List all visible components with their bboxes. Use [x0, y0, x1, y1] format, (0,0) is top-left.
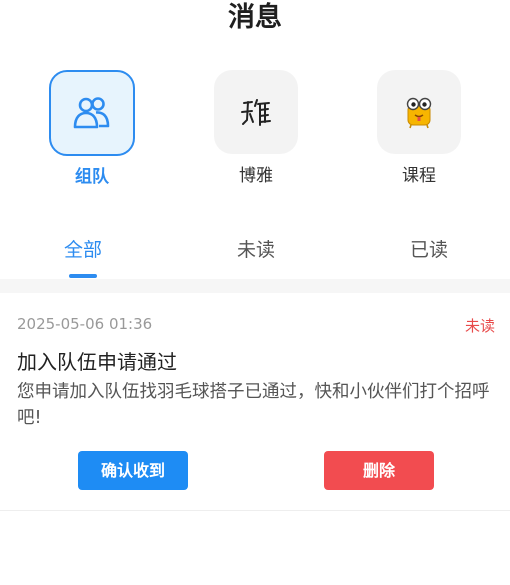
message-tabs: 全部 未读 已读: [0, 228, 510, 278]
category-course-label: 课程: [402, 166, 436, 186]
category-team[interactable]: 组队: [32, 70, 152, 188]
tab-active-indicator: [69, 274, 97, 278]
category-boya[interactable]: 博雅: [196, 70, 316, 187]
message-card: 2025-05-06 01:36 未读 加入队伍申请通过 您申请加入队伍找羽毛球…: [0, 293, 510, 511]
message-status-badge: 未读: [464, 317, 495, 335]
delete-button[interactable]: 删除: [324, 451, 434, 490]
category-team-label: 组队: [75, 167, 109, 187]
message-title: 加入队伍申请通过: [17, 350, 177, 374]
tab-all[interactable]: 全部: [33, 228, 133, 272]
category-course-tile[interactable]: [377, 70, 461, 154]
section-divider: [0, 279, 510, 293]
message-timestamp: 2025-05-06 01:36: [17, 315, 153, 333]
category-boya-tile[interactable]: [214, 70, 298, 154]
category-course[interactable]: 课程: [359, 70, 479, 187]
tab-read[interactable]: 已读: [379, 228, 479, 272]
tab-unread[interactable]: 未读: [206, 228, 306, 272]
page-title: 消息: [228, 2, 282, 33]
message-body: 您申请加入队伍找羽毛球搭子已通过，快和小伙伴们打个招呼吧!: [17, 382, 490, 428]
confirm-received-button[interactable]: 确认收到: [78, 451, 188, 490]
category-team-tile[interactable]: [49, 70, 135, 156]
team-icon: [73, 97, 110, 129]
course-mascot-icon: [406, 97, 432, 129]
category-boya-label: 博雅: [239, 166, 273, 186]
boya-calligraphy-icon: [241, 99, 271, 126]
